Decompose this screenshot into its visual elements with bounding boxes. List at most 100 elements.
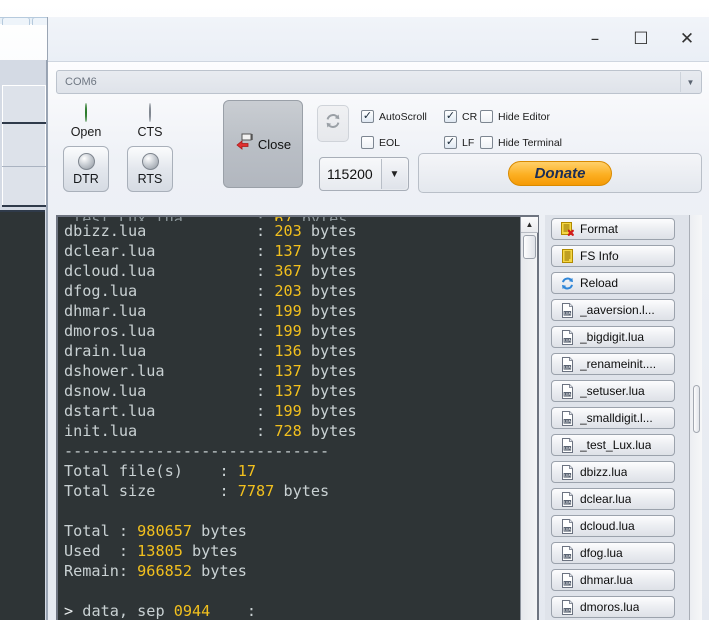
checkbox-autoscroll[interactable]: ✓ AutoScroll bbox=[361, 110, 427, 123]
terminal-text: 203 bbox=[274, 282, 302, 300]
terminal-text: dbizz.lua : bbox=[64, 222, 275, 240]
close-window-button[interactable]: ✕ bbox=[664, 17, 709, 61]
terminal-text: 137 bbox=[274, 242, 302, 260]
terminal-text: > bbox=[64, 602, 83, 620]
checkbox-eol-box[interactable] bbox=[361, 136, 374, 149]
background-divider bbox=[2, 205, 46, 207]
chevron-down-icon[interactable]: ▼ bbox=[680, 72, 700, 92]
lua-file-icon: LUA bbox=[560, 302, 575, 318]
cts-indicator: CTS bbox=[124, 103, 176, 139]
terminal-text: bytes bbox=[301, 282, 357, 300]
checkbox-hide-terminal-box[interactable] bbox=[480, 136, 493, 149]
file-button-label: dmoros.lua bbox=[580, 600, 640, 614]
close-port-button[interactable]: Close bbox=[223, 100, 303, 188]
sidebar-file-item[interactable]: LUA _test_Lux.lua bbox=[551, 434, 675, 456]
file-button-label: _smalldigit.l... bbox=[580, 411, 653, 425]
scroll-up-icon[interactable]: ▲ bbox=[521, 217, 538, 233]
terminal-text: bytes bbox=[301, 322, 357, 340]
sidebar-file-item[interactable]: LUA dclear.lua bbox=[551, 488, 675, 510]
sidebar-action-fs-info[interactable]: FS Info bbox=[551, 245, 675, 267]
sidebar-file-item[interactable]: LUA dhmar.lua bbox=[551, 569, 675, 591]
sidebar-file-item[interactable]: LUA _smalldigit.l... bbox=[551, 407, 675, 429]
svg-text:LUA: LUA bbox=[564, 608, 571, 612]
terminal-output[interactable]: _test_Lux.lua : 67 bytesdbizz.lua : 203 … bbox=[58, 217, 520, 620]
terminal-scrollbar[interactable]: ▲ bbox=[520, 217, 538, 620]
baudrate-select[interactable]: 115200 ▼ bbox=[319, 157, 409, 191]
checkbox-lf[interactable]: ✓ LF bbox=[444, 136, 474, 149]
terminal-text: dsnow.lua : bbox=[64, 382, 275, 400]
background-terminal bbox=[0, 210, 45, 620]
terminal-line: Total size : 7787 bytes bbox=[64, 481, 520, 501]
sidebar-scrollbar-thumb[interactable] bbox=[693, 385, 700, 433]
document-delete-icon bbox=[560, 221, 575, 237]
checkbox-autoscroll-label: AutoScroll bbox=[379, 110, 427, 123]
terminal-text: 966852 bbox=[137, 562, 193, 580]
lua-file-icon: LUA bbox=[560, 383, 575, 399]
file-button-label: Reload bbox=[580, 276, 619, 290]
terminal-text: dfog.lua : bbox=[64, 282, 275, 300]
file-sidebar: Format FS Info Reload LUA _aaversion.l... LUA… bbox=[545, 215, 689, 620]
dtr-led-icon bbox=[77, 152, 95, 170]
svg-text:LUA: LUA bbox=[564, 581, 571, 585]
sidebar-action-format[interactable]: Format bbox=[551, 218, 675, 240]
sidebar-file-item[interactable]: LUA _renameinit.... bbox=[551, 353, 675, 375]
terminal-text: dstart.lua : bbox=[64, 402, 275, 420]
terminal-text: bytes bbox=[301, 402, 357, 420]
terminal-text: 0944 bbox=[173, 602, 211, 620]
terminal-text: bytes bbox=[301, 362, 357, 380]
terminal-text: dcloud.lua : bbox=[64, 262, 275, 280]
donate-button[interactable]: Donate bbox=[508, 160, 612, 186]
sidebar-file-item[interactable]: LUA dfog.lua bbox=[551, 542, 675, 564]
lua-file-icon: LUA bbox=[560, 329, 575, 345]
terminal-line: dsnow.lua : 137 bytes bbox=[64, 381, 520, 401]
document-info-icon bbox=[560, 248, 575, 264]
file-button-label: dhmar.lua bbox=[580, 573, 633, 587]
checkbox-cr[interactable]: ✓ CR bbox=[444, 110, 477, 123]
terminal-text: 367 bbox=[274, 262, 302, 280]
sidebar-file-item[interactable]: LUA _aaversion.l... bbox=[551, 299, 675, 321]
lua-file-icon: LUA bbox=[560, 356, 575, 372]
checkbox-autoscroll-box[interactable]: ✓ bbox=[361, 110, 374, 123]
maximize-button[interactable]: ☐ bbox=[618, 17, 664, 61]
file-button-label: FS Info bbox=[580, 249, 619, 263]
window-titlebar: – ☐ ✕ bbox=[48, 17, 709, 62]
refresh-ports-button[interactable] bbox=[317, 105, 349, 142]
checkbox-hide-editor-box[interactable] bbox=[480, 110, 493, 123]
background-inner-pane bbox=[2, 85, 46, 207]
checkbox-eol[interactable]: EOL bbox=[361, 136, 400, 149]
file-button-label: dcloud.lua bbox=[580, 519, 635, 533]
file-button-label: Format bbox=[580, 222, 619, 236]
minimize-button[interactable]: – bbox=[572, 17, 618, 61]
refresh-icon bbox=[324, 112, 342, 135]
sidebar-scrollbar[interactable] bbox=[689, 215, 702, 620]
checkbox-cr-box[interactable]: ✓ bbox=[444, 110, 457, 123]
terminal-line: drain.lua : 136 bytes bbox=[64, 341, 520, 361]
file-button-label: dfog.lua bbox=[580, 546, 623, 560]
terminal-text: Remain: bbox=[64, 562, 138, 580]
checkbox-lf-box[interactable]: ✓ bbox=[444, 136, 457, 149]
open-led-icon bbox=[85, 103, 87, 122]
terminal-text: bytes bbox=[301, 342, 357, 360]
terminal-scrollbar-thumb[interactable] bbox=[523, 235, 536, 259]
com-port-value: COM6 bbox=[65, 76, 97, 88]
checkbox-hide-editor[interactable]: Hide Editor bbox=[480, 110, 550, 123]
terminal-line: Total : 980657 bytes bbox=[64, 521, 520, 541]
sidebar-file-item[interactable]: LUA _bigdigit.lua bbox=[551, 326, 675, 348]
terminal-line: dmoros.lua : 199 bytes bbox=[64, 321, 520, 341]
sidebar-action-reload[interactable]: Reload bbox=[551, 272, 675, 294]
close-port-icon bbox=[235, 133, 255, 156]
rts-button[interactable]: RTS bbox=[127, 146, 173, 192]
checkbox-hide-terminal[interactable]: Hide Terminal bbox=[480, 136, 562, 149]
sidebar-file-item[interactable]: LUA dbizz.lua bbox=[551, 461, 675, 483]
dtr-button[interactable]: DTR bbox=[63, 146, 109, 192]
lua-file-icon: LUA bbox=[560, 464, 575, 480]
sidebar-file-item[interactable]: LUA dmoros.lua bbox=[551, 596, 675, 618]
sidebar-file-item[interactable]: LUA dcloud.lua bbox=[551, 515, 675, 537]
terminal-panel: _test_Lux.lua : 67 bytesdbizz.lua : 203 … bbox=[56, 215, 539, 620]
svg-text:LUA: LUA bbox=[564, 554, 571, 558]
chevron-down-icon[interactable]: ▼ bbox=[381, 159, 407, 189]
com-port-select[interactable]: COM6 ▼ bbox=[56, 70, 702, 94]
sidebar-file-item[interactable]: LUA _setuser.lua bbox=[551, 380, 675, 402]
cts-led-icon bbox=[149, 103, 151, 122]
terminal-text: dmoros.lua : bbox=[64, 322, 275, 340]
